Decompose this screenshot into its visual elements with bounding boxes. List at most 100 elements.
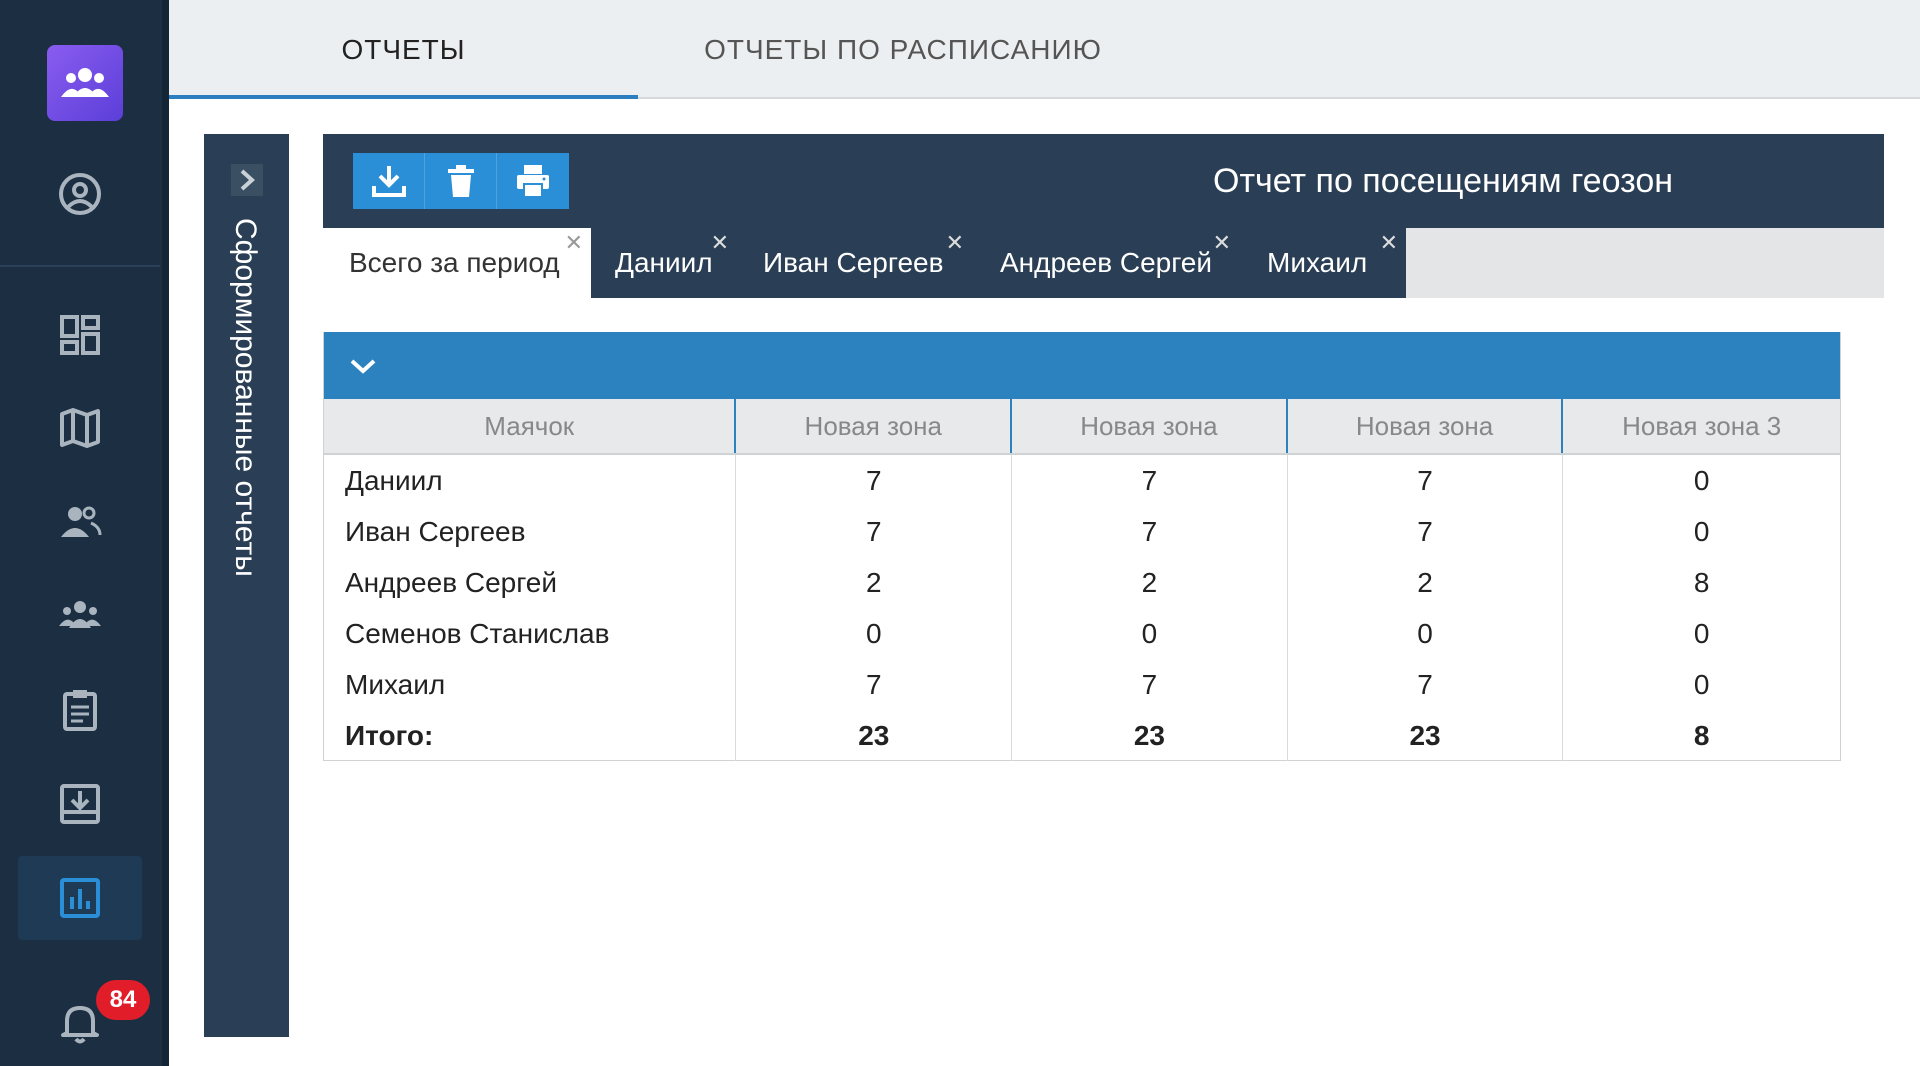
table-cell: 7: [1012, 455, 1288, 506]
tab-reports[interactable]: ОТЧЕТЫ: [169, 0, 638, 99]
delete-button[interactable]: [425, 153, 497, 209]
print-button[interactable]: [497, 153, 569, 209]
close-icon[interactable]: ✕: [565, 232, 583, 254]
download-button[interactable]: [353, 153, 425, 209]
close-icon[interactable]: ✕: [1380, 232, 1398, 254]
nav-reports[interactable]: [18, 856, 142, 940]
reports-chart-icon: [60, 878, 100, 918]
rail-divider: [0, 265, 160, 267]
tab-scheduled-reports[interactable]: ОТЧЕТЫ ПО РАСПИСАНИЮ: [638, 0, 1168, 99]
table-cell: 2: [736, 557, 1013, 608]
table-cell: 7: [736, 455, 1013, 506]
table-cell: 8: [1693, 566, 1710, 598]
close-icon[interactable]: ✕: [946, 232, 964, 254]
report-table: Маячок Новая зона Новая зона Новая зона …: [323, 332, 1841, 761]
user-circle-icon: [59, 173, 101, 215]
subtab-total[interactable]: Всего за период ✕: [323, 228, 591, 298]
table-cell: 0: [1693, 668, 1710, 700]
column-header[interactable]: Маячок: [324, 399, 737, 453]
column-header[interactable]: Новая зона 3: [1563, 399, 1840, 453]
subtab-label: Всего за период: [349, 247, 560, 278]
nav-dashboard[interactable]: [18, 293, 142, 377]
download-icon: [371, 166, 406, 197]
close-icon[interactable]: ✕: [1213, 232, 1231, 254]
table-cell: 7: [1012, 506, 1288, 557]
table-cell: 7: [1288, 506, 1564, 557]
table-group-header[interactable]: [324, 332, 1840, 399]
group-icon: [59, 601, 101, 628]
total-cell: 8: [1693, 719, 1710, 751]
generated-reports-panel[interactable]: Сформированные отчеты: [204, 134, 289, 1037]
table-cell: 0: [736, 608, 1013, 659]
nav-map[interactable]: [18, 386, 142, 470]
chevron-right-icon: [240, 169, 255, 191]
inbox-download-icon: [60, 784, 100, 824]
table-cell: Иван Сергеев: [324, 506, 737, 557]
subtab-mikhail[interactable]: Михаил ✕: [1239, 228, 1406, 298]
map-icon: [60, 408, 100, 448]
subtab-label: Даниил: [615, 247, 713, 278]
table-column-headers: Маячок Новая зона Новая зона Новая зона …: [324, 399, 1840, 455]
total-label: Итого:: [324, 710, 737, 761]
users-icon: [61, 506, 102, 537]
rail-edge: [162, 0, 169, 1066]
table-cell: Михаил: [324, 659, 737, 710]
table-cell: 7: [1288, 659, 1564, 710]
panel-title: Сформированные отчеты: [229, 218, 262, 577]
table-row: Даниил 7 7 7 0: [324, 455, 1840, 506]
subtab-label: Андреев Сергей: [1000, 247, 1213, 278]
print-icon: [517, 165, 549, 198]
nav-groups[interactable]: [18, 573, 142, 657]
subtab-label: Иван Сергеев: [763, 247, 944, 278]
team-icon: [61, 68, 109, 97]
expand-panel-button[interactable]: [231, 164, 263, 196]
nav-profile[interactable]: [18, 152, 142, 236]
nav-inbox[interactable]: [18, 762, 142, 846]
clipboard-icon: [63, 690, 97, 731]
active-tab-indicator: [169, 95, 638, 99]
table-cell: 0: [1693, 515, 1710, 547]
table-cell: 2: [1012, 557, 1288, 608]
table-cell: 2: [1288, 557, 1564, 608]
table-cell: 7: [1288, 455, 1564, 506]
column-header[interactable]: Новая зона: [1012, 399, 1288, 453]
table-cell: 0: [1693, 617, 1710, 649]
top-tabs: ОТЧЕТЫ ОТЧЕТЫ ПО РАСПИСАНИЮ: [169, 0, 1920, 99]
table-cell: 0: [1288, 608, 1564, 659]
trash-icon: [447, 165, 474, 197]
nav-employees[interactable]: [18, 480, 142, 564]
side-nav: 84: [0, 0, 167, 1066]
table-cell: Семенов Станислав: [324, 608, 737, 659]
table-row: Андреев Сергей 2 2 2 8: [324, 557, 1840, 608]
table-cell: 7: [736, 506, 1013, 557]
subtab-ivan-sergeev[interactable]: Иван Сергеев ✕: [737, 228, 972, 298]
table-row: Михаил 7 7 7 0: [324, 659, 1840, 710]
table-cell: 7: [1012, 659, 1288, 710]
table-cell: Андреев Сергей: [324, 557, 737, 608]
column-header[interactable]: Новая зона: [1288, 399, 1564, 453]
total-cell: 23: [1012, 710, 1288, 761]
table-cell: 0: [1012, 608, 1288, 659]
notifications-badge: 84: [96, 980, 150, 1020]
table-row: Семенов Станислав 0 0 0 0: [324, 608, 1840, 659]
column-header[interactable]: Новая зона: [736, 399, 1013, 453]
nav-tasks[interactable]: [18, 668, 142, 752]
table-cell: 0: [1693, 464, 1710, 496]
report-title: Отчет по посещениям геозон: [1213, 161, 1674, 200]
table-total-row: Итого: 23 23 23 8: [324, 710, 1840, 761]
table-cell: 7: [736, 659, 1013, 710]
subtab-andreev-sergey[interactable]: Андреев Сергей ✕: [972, 228, 1239, 298]
dashboard-icon: [60, 315, 100, 355]
close-icon[interactable]: ✕: [711, 232, 729, 254]
app-logo[interactable]: [47, 45, 123, 121]
subtab-label: Михаил: [1267, 247, 1368, 278]
chevron-down-icon[interactable]: [348, 356, 378, 376]
table-row: Иван Сергеев 7 7 7 0: [324, 506, 1840, 557]
total-cell: 23: [736, 710, 1013, 761]
report-sub-tabs: Всего за период ✕ Даниил ✕ Иван Сергеев …: [323, 228, 1884, 298]
table-cell: Даниил: [324, 455, 737, 506]
report-toolbar: [353, 153, 569, 209]
subtab-daniil[interactable]: Даниил ✕: [591, 228, 737, 298]
report-header: Отчет по посещениям геозон: [323, 134, 1884, 228]
total-cell: 23: [1288, 710, 1564, 761]
